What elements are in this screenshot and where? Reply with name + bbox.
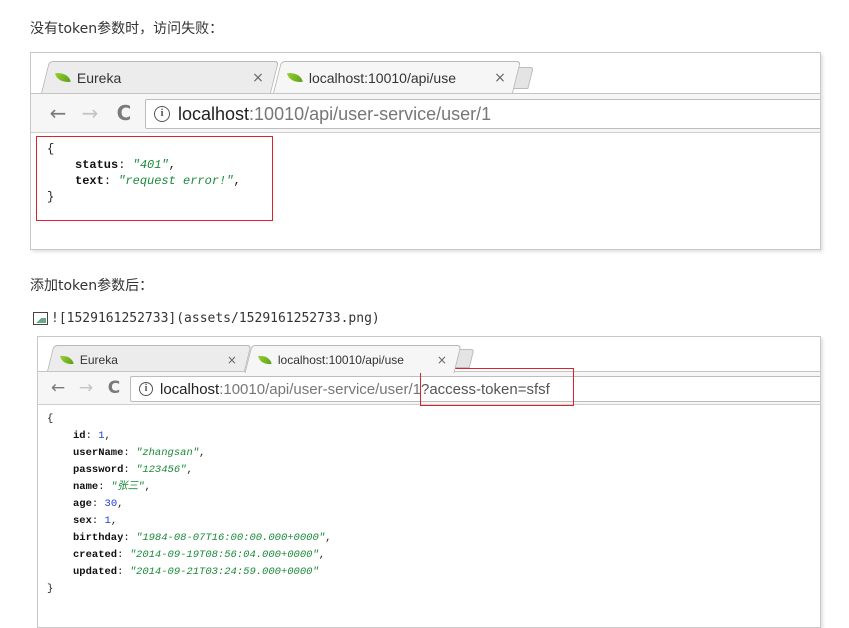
json-close-brace: } — [47, 583, 54, 595]
back-arrow-icon[interactable]: ← — [48, 378, 68, 398]
json-value: "123456" — [136, 464, 187, 476]
browser-window-2: Eureka × localhost:10010/api/use × ← → C… — [37, 336, 821, 628]
info-icon[interactable]: i — [139, 382, 153, 396]
url-host: localhost — [160, 380, 220, 398]
json-field-line: age: 30, — [73, 498, 124, 510]
error-response-highlight — [36, 136, 273, 221]
tab-eureka[interactable]: Eureka × — [41, 61, 279, 93]
url-path: :10010/api/user-service/user/1 — [249, 103, 492, 124]
reload-icon[interactable]: C — [113, 101, 135, 125]
intro-text-with-token: 添加token参数后： — [30, 278, 154, 294]
json-key: updated — [73, 566, 118, 578]
intro-text-no-token: 没有token参数时，访问失败： — [30, 21, 224, 37]
close-icon[interactable]: × — [437, 353, 447, 367]
json-value: "2014-09-21T03:24:59.000+0000" — [129, 566, 319, 578]
json-field-line: name: "张三", — [73, 481, 151, 493]
tab-eureka[interactable]: Eureka × — [46, 345, 252, 373]
json-key: age — [73, 498, 92, 510]
url-path: :10010/api/user-service/user/1 — [219, 380, 421, 398]
image-markdown-text: ![1529161252733](assets/1529161252733.pn… — [51, 311, 380, 326]
json-value: 30 — [104, 498, 118, 510]
back-arrow-icon[interactable]: ← — [47, 101, 69, 125]
spring-leaf-icon — [55, 70, 71, 85]
json-key: id — [73, 430, 86, 442]
json-field-line: updated: "2014-09-21T03:24:59.000+0000" — [73, 566, 319, 578]
tab-localhost[interactable]: localhost:10010/api/use × — [244, 345, 462, 373]
json-field-line: created: "2014-09-19T08:56:04.000+0000", — [73, 549, 326, 561]
close-icon[interactable]: × — [494, 70, 506, 86]
json-value: "1984-08-07T16:00:00.000+0000" — [136, 532, 326, 544]
json-field-line: birthday: "1984-08-07T16:00:00.000+0000"… — [73, 532, 332, 544]
tab-label: Eureka — [79, 352, 118, 367]
broken-image-icon — [33, 312, 48, 325]
json-field-line: sex: 1, — [73, 515, 118, 527]
spring-leaf-icon — [287, 70, 303, 85]
json-key: birthday — [73, 532, 124, 544]
json-key: created — [73, 549, 118, 561]
info-icon[interactable]: i — [154, 106, 170, 122]
url-host: localhost — [178, 103, 250, 124]
reload-icon[interactable]: C — [104, 378, 124, 398]
close-icon[interactable]: × — [227, 353, 237, 367]
forward-arrow-icon[interactable]: → — [76, 378, 96, 398]
spring-leaf-icon — [258, 353, 272, 366]
spring-leaf-icon — [60, 353, 74, 366]
tab-label: Eureka — [76, 69, 122, 86]
tab-localhost[interactable]: localhost:10010/api/use × — [273, 61, 521, 93]
json-open-brace: { — [47, 413, 54, 425]
json-key: name — [73, 481, 99, 493]
broken-image-line: ![1529161252733](assets/1529161252733.pn… — [33, 311, 380, 326]
close-icon[interactable]: × — [252, 70, 264, 86]
json-value: "zhangsan" — [136, 447, 200, 459]
tab-label: localhost:10010/api/use — [308, 69, 456, 86]
json-value: "张三" — [110, 481, 145, 493]
tab-label: localhost:10010/api/use — [277, 352, 404, 367]
json-value: "2014-09-19T08:56:04.000+0000" — [129, 549, 319, 561]
forward-arrow-icon[interactable]: → — [79, 101, 101, 125]
json-key: password — [73, 464, 124, 476]
address-bar[interactable]: i localhost:10010/api/user-service/user/… — [145, 99, 820, 129]
json-field-line: userName: "zhangsan", — [73, 447, 206, 459]
access-token-highlight — [420, 368, 574, 406]
json-key: sex — [73, 515, 92, 527]
browser-window-1: Eureka × localhost:10010/api/use × ← → C… — [30, 52, 821, 250]
json-field-line: password: "123456", — [73, 464, 193, 476]
json-field-line: id: 1, — [73, 430, 111, 442]
json-key: userName — [73, 447, 124, 459]
json-response: { id: 1, userName: "zhangsan", password: "1… — [38, 409, 820, 598]
